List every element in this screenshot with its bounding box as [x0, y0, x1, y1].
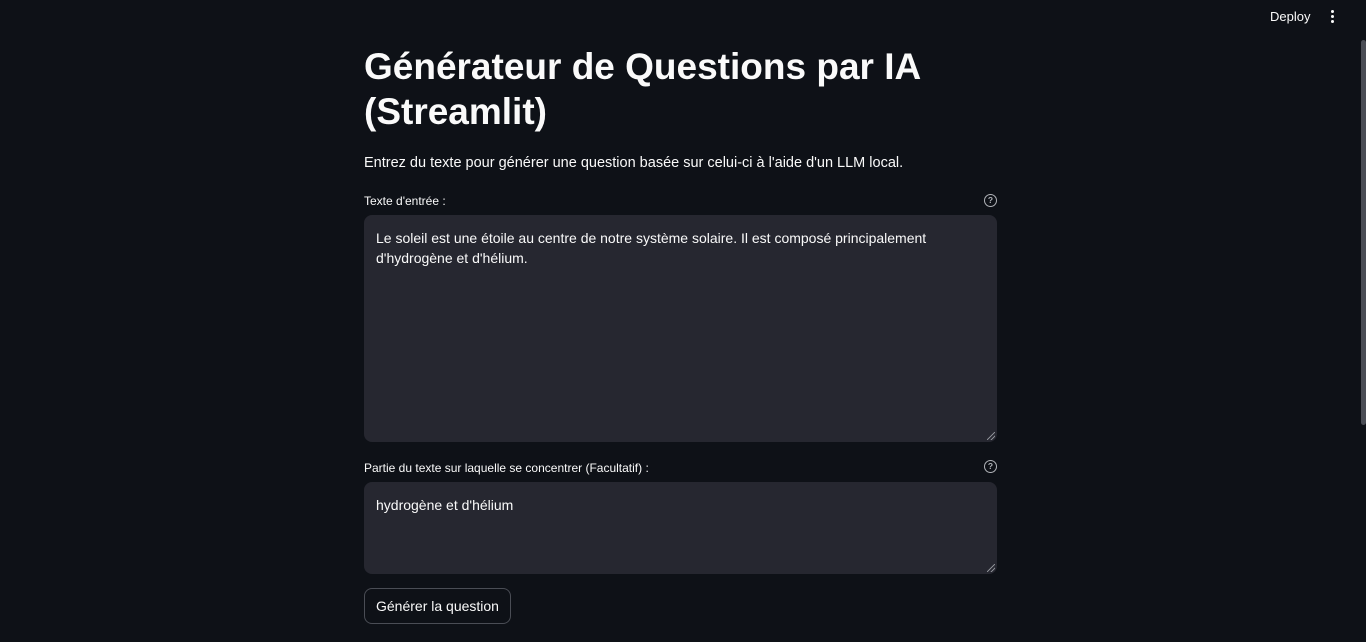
input-text-area[interactable]: Le soleil est une étoile au centre de no… — [364, 215, 997, 442]
generate-question-button[interactable]: Générer la question — [364, 588, 511, 624]
input-text-label: Texte d'entrée : — [364, 194, 446, 208]
vertical-ellipsis-icon[interactable] — [1329, 10, 1335, 24]
resize-handle-icon[interactable] — [987, 432, 995, 440]
resize-handle-icon[interactable] — [987, 564, 995, 572]
input-text-value: Le soleil est une étoile au centre de no… — [376, 230, 927, 266]
app-header: Deploy — [0, 0, 1366, 34]
page-title: Générateur de Questions par IA (Streamli… — [364, 46, 920, 132]
focus-text-label: Partie du texte sur laquelle se concentr… — [364, 461, 649, 475]
focus-text-value: hydrogène et d'hélium — [376, 497, 514, 513]
scrollbar[interactable] — [1361, 40, 1366, 425]
question-circle-icon[interactable]: ? — [984, 194, 997, 207]
question-circle-icon[interactable]: ? — [984, 460, 997, 473]
page-description: Entrez du texte pour générer une questio… — [364, 155, 904, 171]
deploy-button[interactable]: Deploy — [1270, 9, 1310, 24]
focus-text-area[interactable]: hydrogène et d'hélium — [364, 482, 997, 574]
